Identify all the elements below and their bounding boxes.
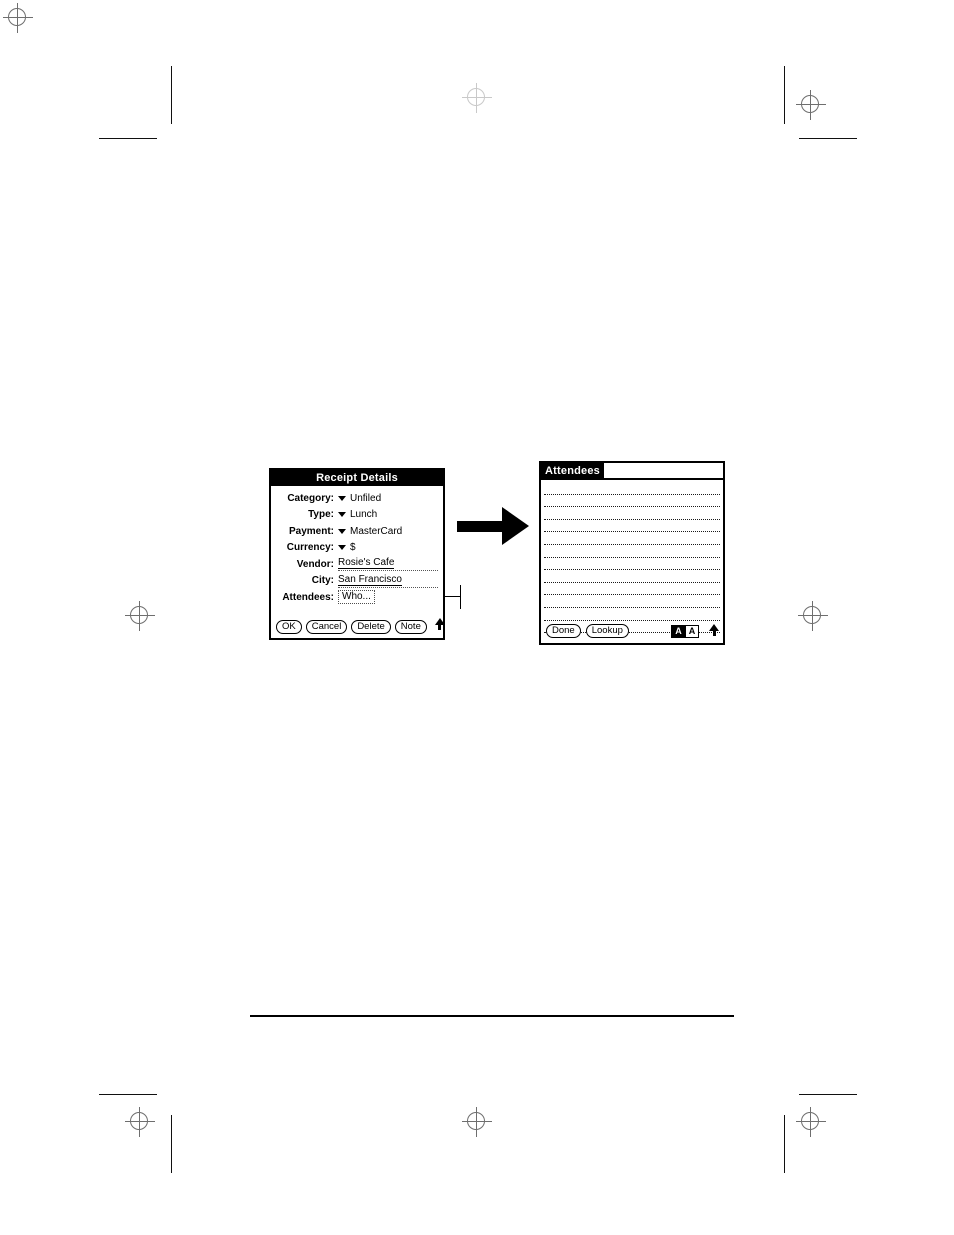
note-ruled-line[interactable]: [544, 482, 720, 495]
trim-mark-bottom-left-h: [99, 1094, 157, 1095]
attendees-title-input[interactable]: [603, 463, 723, 478]
payment-picker[interactable]: MasterCard: [338, 526, 438, 537]
attendees-footer: Done Lookup A A: [541, 619, 723, 643]
note-ruled-line[interactable]: [544, 507, 720, 520]
note-ruled-line[interactable]: [544, 520, 720, 533]
registration-target-icon-top-left: [0, 0, 36, 36]
attendees-title: Attendees: [541, 463, 604, 478]
callout-leader-line-vertical: [460, 585, 461, 609]
note-ruled-line[interactable]: [544, 532, 720, 545]
note-button[interactable]: Note: [394, 620, 427, 634]
currency-picker[interactable]: $: [338, 542, 438, 553]
trim-mark-top-left-v: [171, 66, 172, 124]
receipt-details-dialog: Receipt Details Category: Unfiled Type: …: [269, 468, 445, 640]
type-picker[interactable]: Lunch: [338, 509, 438, 520]
done-button[interactable]: Done: [546, 624, 581, 638]
receipt-details-button-row: OK Cancel Delete Note: [276, 618, 445, 634]
lookup-button[interactable]: Lookup: [585, 624, 629, 638]
field-row-vendor: Vendor: Rosie's Cafe: [274, 556, 438, 573]
field-row-payment: Payment: MasterCard: [274, 523, 438, 540]
field-row-category: Category: Unfiled: [274, 490, 438, 507]
registration-target-icon-mid-right: [795, 598, 831, 634]
note-ruled-line[interactable]: [544, 570, 720, 583]
note-ruled-line[interactable]: [544, 583, 720, 596]
chevron-down-icon: [338, 512, 346, 518]
attendees-note-area[interactable]: [541, 482, 723, 634]
chevron-down-icon: [338, 545, 346, 551]
type-value: Lunch: [350, 509, 378, 521]
city-value: San Francisco: [338, 573, 402, 586]
delete-button[interactable]: Delete: [351, 620, 391, 634]
up-arrow-icon[interactable]: [709, 624, 719, 638]
city-input[interactable]: San Francisco: [338, 574, 438, 588]
note-ruled-line[interactable]: [544, 545, 720, 558]
payment-value: MasterCard: [350, 525, 403, 537]
receipt-details-title: Receipt Details: [271, 470, 443, 486]
graffiti-shift-indicator: A A: [671, 624, 699, 638]
manual-page: Receipt Details Category: Unfiled Type: …: [0, 0, 954, 1235]
category-value: Unfiled: [350, 492, 382, 504]
registration-target-icon-top-center: [459, 80, 495, 116]
attendees-header: Attendees: [541, 463, 723, 480]
trim-mark-bottom-right-h: [799, 1094, 857, 1095]
trim-mark-top-right-v: [784, 66, 785, 124]
type-label: Type:: [308, 509, 334, 521]
trim-mark-top-left-h: [99, 138, 157, 139]
right-arrow-icon: [457, 507, 529, 545]
attendees-who-button[interactable]: Who...: [338, 590, 375, 605]
ok-button[interactable]: OK: [276, 620, 302, 634]
category-picker[interactable]: Unfiled: [338, 493, 438, 504]
vendor-input[interactable]: Rosie's Cafe: [338, 557, 438, 572]
note-ruled-line[interactable]: [544, 558, 720, 571]
currency-value: $: [350, 542, 356, 554]
currency-label: Currency:: [286, 542, 334, 554]
receipt-details-fields: Category: Unfiled Type: Lunch Payment: M…: [271, 486, 443, 606]
trim-mark-bottom-right-v: [784, 1115, 785, 1173]
graffiti-caps-icon[interactable]: A: [672, 625, 685, 637]
registration-target-icon-mid-left: [122, 598, 158, 634]
payment-label: Payment:: [288, 525, 334, 537]
category-label: Category:: [287, 492, 334, 504]
footer-rule: [250, 1015, 734, 1017]
trim-mark-bottom-left-v: [171, 1115, 172, 1173]
field-row-city: City: San Francisco: [274, 573, 438, 590]
trim-mark-top-right-h: [799, 138, 857, 139]
graffiti-normal-icon[interactable]: A: [685, 625, 698, 637]
registration-target-icon-bottom-left: [122, 1104, 158, 1140]
cancel-button[interactable]: Cancel: [305, 620, 348, 634]
note-ruled-line[interactable]: [544, 495, 720, 508]
attendees-label: Attendees:: [282, 591, 334, 603]
registration-target-icon-bottom-center: [459, 1104, 495, 1140]
registration-target-icon-bottom-right: [793, 1104, 829, 1140]
attendees-screen: Attendees Done Lookup A A: [539, 461, 725, 645]
field-row-type: Type: Lunch: [274, 507, 438, 524]
vendor-label: Vendor:: [296, 558, 334, 570]
field-row-attendees: Attendees: Who...: [274, 589, 438, 606]
vendor-value: Rosie's Cafe: [338, 557, 395, 570]
registration-target-icon-top-right: [793, 87, 829, 123]
city-label: City:: [311, 575, 334, 587]
field-row-currency: Currency: $: [274, 540, 438, 557]
note-ruled-line[interactable]: [544, 595, 720, 608]
chevron-down-icon: [338, 528, 346, 534]
chevron-down-icon: [338, 495, 346, 501]
